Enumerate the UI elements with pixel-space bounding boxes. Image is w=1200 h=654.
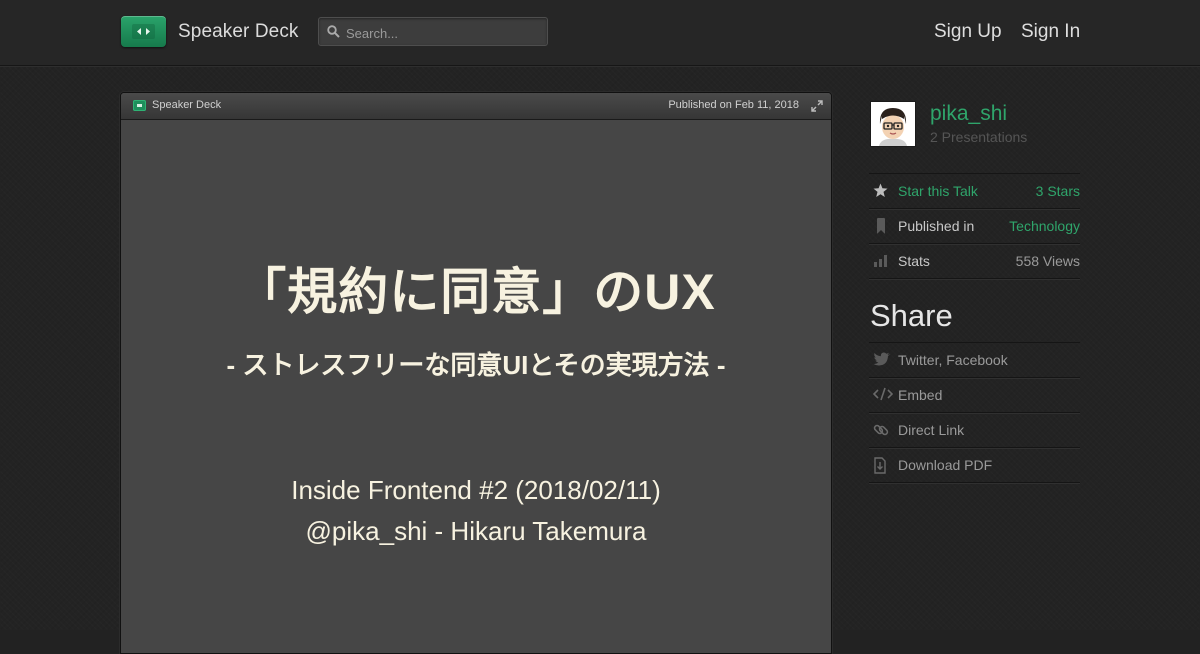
bar-chart-icon [874,255,887,267]
slide-event-line: Inside Frontend #2 (2018/02/11) [291,475,661,505]
player-brand: Speaker Deck [152,99,222,111]
share-list: Twitter, Facebook Embed Direct Link Down… [869,342,1080,483]
download-pdf-link[interactable]: Download PDF [898,457,992,473]
sign-up-link[interactable]: Sign Up [934,21,1002,43]
brand-name[interactable]: Speaker Deck [178,21,299,43]
search-input[interactable] [344,22,543,44]
author-avatar[interactable] [870,101,916,147]
sign-in-link[interactable]: Sign In [1021,21,1080,43]
direct-link-row[interactable]: Direct Link [869,413,1080,448]
search-box[interactable] [318,17,548,46]
published-in-label: Published in [898,218,975,234]
logo-arrows-icon [132,24,155,39]
embed-row[interactable]: Embed [869,378,1080,413]
star-icon [873,183,888,197]
slide-title: 「規約に同意」のUX [236,264,716,320]
search-icon [327,25,340,38]
avatar-face-icon [871,102,915,146]
code-icon [873,387,893,401]
player-header: Speaker Deck Published on Feb 11, 2018 [121,93,831,120]
slide-player: Speaker Deck Published on Feb 11, 2018 「… [120,92,832,654]
download-pdf-row[interactable]: Download PDF [869,448,1080,483]
bookmark-icon [877,218,885,234]
stats-row: Stats 558 Views [869,244,1080,279]
view-count: 558 Views [1015,253,1080,269]
top-navigation-bar: Speaker Deck Sign Up Sign In [0,0,1200,66]
stats-label: Stats [898,253,930,269]
link-icon [873,424,889,436]
published-date: Published on Feb 11, 2018 [668,99,799,111]
speaker-deck-mini-logo-icon [133,100,146,111]
direct-link[interactable]: Direct Link [898,422,964,438]
fullscreen-expand-icon[interactable] [811,100,823,112]
download-pdf-icon [874,457,886,474]
twitter-bird-icon [873,352,890,366]
share-social-row[interactable]: Twitter, Facebook [869,343,1080,378]
published-in-row: Published in Technology [869,209,1080,244]
star-count: 3 Stars [1035,183,1080,199]
speaker-deck-logo[interactable] [121,16,166,47]
star-row[interactable]: Star this Talk 3 Stars [869,174,1080,209]
author-name-link[interactable]: pika_shi [930,102,1007,126]
talk-meta-list: Star this Talk 3 Stars Published in Tech… [869,173,1080,279]
category-link[interactable]: Technology [1009,218,1080,234]
share-twitter-facebook-link[interactable]: Twitter, Facebook [898,352,1008,368]
slide-author-line: @pika_shi - Hikaru Takemura [305,516,647,546]
author-presentation-count: 2 Presentations [930,129,1028,145]
share-heading: Share [870,298,953,333]
slide-subtitle: - ストレスフリーな同意UIとその実現方法 - [226,350,726,380]
star-talk-button[interactable]: Star this Talk [898,183,978,199]
slide-view[interactable]: 「規約に同意」のUX - ストレスフリーな同意UIとその実現方法 - Insid… [121,120,831,653]
embed-link[interactable]: Embed [898,387,942,403]
